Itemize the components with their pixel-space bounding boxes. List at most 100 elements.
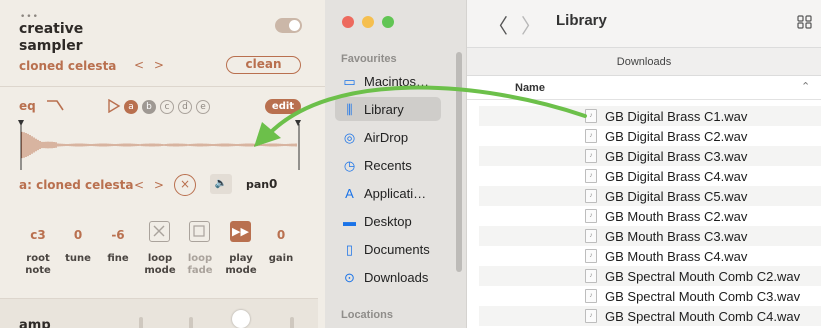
file-row[interactable]: ♪ GB Mouth Brass C3.wav <box>479 226 821 246</box>
downloads-icon: ⊙ <box>344 270 355 285</box>
name-column-header[interactable]: Name <box>515 82 545 94</box>
sidebar-item-documents[interactable]: ▯ Documents <box>335 237 441 261</box>
param-label: fine <box>107 253 129 264</box>
tune-param[interactable]: 0 tune <box>58 228 98 265</box>
close-window-button[interactable] <box>342 16 354 28</box>
file-row[interactable]: ♪ GB Digital Brass C4.wav <box>479 166 821 186</box>
file-row[interactable]: ♪ GB Mouth Brass C4.wav <box>479 246 821 266</box>
column-header: Name ⌃ <box>467 78 821 100</box>
path-bar[interactable]: Downloads <box>467 48 821 76</box>
harddrive-icon: ▭ <box>343 74 356 89</box>
device-power-toggle[interactable] <box>275 18 302 33</box>
sidebar-item-label: Macintos… <box>364 74 430 89</box>
sidebar-item-library[interactable]: ⫼ Library <box>335 97 441 121</box>
pan-value[interactable]: 0 <box>269 177 277 191</box>
divider <box>0 86 325 87</box>
waveform-display[interactable] <box>18 120 304 172</box>
speaker-mute-icon[interactable]: 🔈 <box>210 174 232 194</box>
play-triangle-icon[interactable] <box>107 99 121 113</box>
file-name: GB Digital Brass C2.wav <box>605 129 748 144</box>
file-row[interactable]: ♪ GB Digital Brass C1.wav <box>479 106 821 126</box>
sample-name[interactable]: a: cloned celesta <box>19 178 133 192</box>
param-label: loop mode <box>144 253 176 276</box>
sidebar-item-macintosh[interactable]: ▭ Macintos… <box>335 69 441 93</box>
file-name: GB Mouth Brass C3.wav <box>605 229 748 244</box>
eq-band-d[interactable]: d <box>178 100 192 114</box>
loop-fade-param[interactable]: loop fade <box>180 228 220 277</box>
airdrop-icon: ◎ <box>343 130 356 145</box>
sidebar-item-desktop[interactable]: ▬ Desktop <box>335 209 441 233</box>
sidebar-item-downloads[interactable]: ⊙ Downloads <box>335 265 441 289</box>
sidebar-item-airdrop[interactable]: ◎ AirDrop <box>335 125 441 149</box>
amp-slider-track[interactable] <box>290 317 294 328</box>
sidebar-item-label: Applicati… <box>364 186 427 201</box>
amp-slider-handle[interactable] <box>232 310 250 328</box>
preset-name[interactable]: cloned celesta <box>19 59 116 73</box>
file-row[interactable]: ♪ GB Digital Brass C5.wav <box>479 186 821 206</box>
back-button[interactable]: 〈 <box>488 10 508 39</box>
file-row[interactable]: ♪ GB Spectral Mouth Comb C4.wav <box>479 306 821 326</box>
zoom-window-button[interactable] <box>382 16 394 28</box>
preset-nav-arrows[interactable]: < > <box>134 58 167 72</box>
eq-band-a[interactable]: a <box>124 100 138 114</box>
creative-sampler-panel: ••• creative sampler cloned celesta < > … <box>0 0 325 328</box>
locations-heading: Locations <box>341 309 393 321</box>
param-label: play mode <box>225 253 257 276</box>
root-note-param[interactable]: c3 root note <box>18 228 58 277</box>
sort-chevron-icon[interactable]: ⌃ <box>801 80 810 93</box>
sidebar-item-label: Library <box>364 102 404 117</box>
remove-sample-button[interactable]: × <box>174 174 196 196</box>
audio-file-icon: ♪ <box>585 149 597 163</box>
sidebar-item-applications[interactable]: A Applicati… <box>335 181 441 205</box>
edit-button[interactable]: edit <box>265 99 301 114</box>
amp-slider-track[interactable] <box>139 317 143 328</box>
sample-nav-arrows[interactable]: < > <box>134 178 167 192</box>
file-name: GB Digital Brass C5.wav <box>605 189 748 204</box>
audio-file-icon: ♪ <box>585 209 597 223</box>
audio-file-icon: ♪ <box>585 189 597 203</box>
sidebar-scrollbar[interactable] <box>456 52 462 272</box>
file-name: GB Digital Brass C3.wav <box>605 149 748 164</box>
param-value <box>180 228 220 242</box>
loop-mode-param[interactable]: loop mode <box>140 228 180 277</box>
param-value <box>140 228 180 242</box>
file-row[interactable]: ♪ GB Spectral Mouth Comb C2.wav <box>479 266 821 286</box>
eq-label: eq <box>19 99 36 113</box>
param-label: gain <box>268 253 294 264</box>
amp-slider-track[interactable] <box>189 317 193 328</box>
audio-file-icon: ♪ <box>585 169 597 183</box>
audio-file-icon: ♪ <box>585 309 597 323</box>
view-grid-icon[interactable] <box>797 15 813 29</box>
fine-param[interactable]: -6 fine <box>98 228 138 265</box>
audio-file-icon: ♪ <box>585 129 597 143</box>
favourites-heading: Favourites <box>341 53 397 65</box>
forward-button[interactable]: 〉 <box>521 10 541 39</box>
param-value: 0 <box>73 228 83 242</box>
clock-icon: ◷ <box>343 158 356 173</box>
amp-label: amp <box>19 318 51 328</box>
clean-button[interactable]: clean <box>226 56 301 74</box>
file-name: GB Digital Brass C1.wav <box>605 109 748 124</box>
file-row[interactable]: ♪ GB Digital Brass C2.wav <box>479 126 821 146</box>
library-icon: ⫼ <box>346 102 353 117</box>
window-title: Library <box>556 12 607 29</box>
file-row[interactable]: ♪ GB Mouth Brass C2.wav <box>479 206 821 226</box>
eq-highpass-icon[interactable] <box>46 98 66 112</box>
audio-file-icon: ♪ <box>585 269 597 283</box>
file-name: GB Mouth Brass C2.wav <box>605 209 748 224</box>
finder-toolbar: 〈 〉 Library <box>467 0 821 48</box>
eq-band-e[interactable]: e <box>196 100 210 114</box>
eq-band-b[interactable]: b <box>142 100 156 114</box>
sidebar-item-recents[interactable]: ◷ Recents <box>335 153 441 177</box>
gain-param[interactable]: 0 gain <box>261 228 301 265</box>
param-value: 0 <box>276 228 286 242</box>
eq-band-c[interactable]: c <box>160 100 174 114</box>
sidebar-item-label: Documents <box>364 242 430 257</box>
play-mode-param[interactable]: play mode <box>221 228 261 277</box>
param-label: tune <box>65 253 91 264</box>
file-name: GB Spectral Mouth Comb C4.wav <box>605 309 801 324</box>
file-row[interactable]: ♪ GB Digital Brass C3.wav <box>479 146 821 166</box>
minimize-window-button[interactable] <box>362 16 374 28</box>
applications-icon: A <box>345 186 354 201</box>
file-row[interactable]: ♪ GB Spectral Mouth Comb C3.wav <box>479 286 821 306</box>
